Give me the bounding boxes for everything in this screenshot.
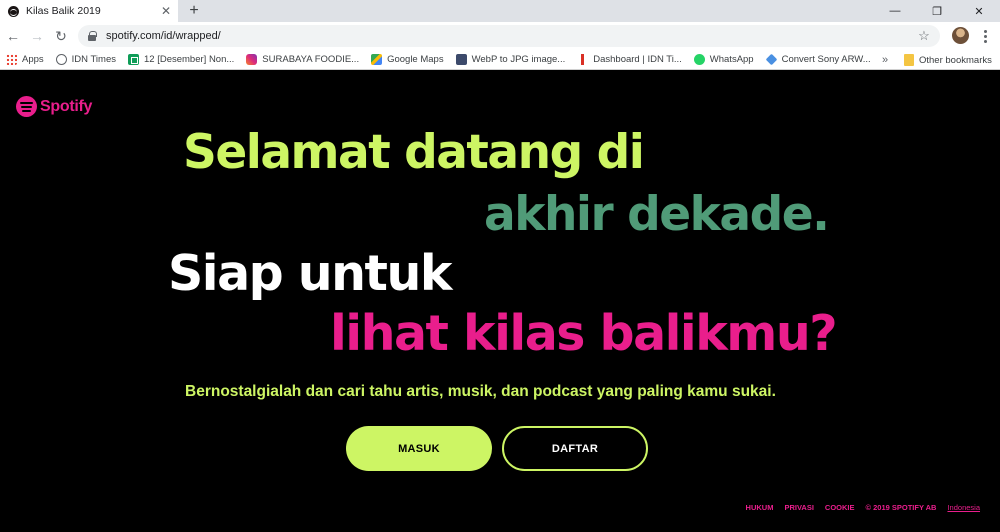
lock-icon [88, 31, 97, 41]
restore-button[interactable]: ❐ [916, 0, 958, 22]
bookmark-star-icon[interactable]: ☆ [914, 28, 934, 44]
folder-icon [904, 54, 914, 66]
bookmark-idn-times[interactable]: IDN Times [55, 54, 116, 65]
footer: HUKUM PRIVASI COOKIE © 2019 SPOTIFY AB I… [746, 503, 980, 512]
spotify-favicon-icon [8, 5, 19, 17]
bookmarks-bar: Apps IDN Times 12 [Desember] Non... SURA… [0, 50, 1000, 70]
instagram-icon [246, 54, 258, 65]
headline-line-2: akhir dekade. [484, 187, 830, 242]
footer-privacy-link[interactable]: PRIVASI [784, 503, 813, 512]
tab-title: Kilas Balik 2019 [26, 5, 101, 17]
globe-icon [55, 54, 67, 65]
url-text[interactable]: spotify.com/id/wrapped/ [106, 30, 914, 42]
convert-icon [765, 53, 777, 66]
signup-button[interactable]: DAFTAR [502, 426, 648, 471]
bookmark-desember[interactable]: 12 [Desember] Non... [128, 54, 234, 65]
reload-icon[interactable]: ↻ [50, 25, 72, 47]
footer-copyright: © 2019 SPOTIFY AB [865, 503, 937, 512]
bookmark-webp[interactable]: WebP to JPG image... [455, 54, 565, 65]
headline-line-1: Selamat datang di [183, 125, 645, 180]
back-arrow-icon[interactable]: ← [2, 25, 24, 47]
bookmark-dashboard[interactable]: Dashboard | IDN Ti... [577, 54, 682, 65]
whatsapp-icon [693, 54, 705, 65]
maps-icon [371, 54, 383, 65]
login-button[interactable]: MASUK [346, 426, 492, 471]
subheadline: Bernostalgialah dan cari tahu artis, mus… [185, 383, 776, 400]
sheets-icon [128, 54, 139, 65]
address-bar[interactable]: spotify.com/id/wrapped/ ☆ [78, 25, 940, 47]
new-tab-button[interactable]: + [184, 1, 204, 21]
bookmark-whatsapp[interactable]: WhatsApp [693, 54, 754, 65]
footer-legal-link[interactable]: HUKUM [746, 503, 774, 512]
browser-tab[interactable]: Kilas Balik 2019 ✕ [0, 0, 178, 22]
tab-strip: Kilas Balik 2019 ✕ + — ❐ ✕ [0, 0, 1000, 22]
browser-menu-icon[interactable] [978, 26, 992, 46]
close-window-button[interactable]: ✕ [958, 0, 1000, 22]
spotify-logo-text: Spotify [40, 97, 93, 115]
headline-line-3: Siap untuk [168, 245, 452, 302]
window-controls: — ❐ ✕ [874, 0, 1000, 22]
spotify-logo[interactable]: Spotify [16, 96, 92, 117]
apps-icon [6, 54, 17, 65]
other-bookmarks[interactable]: Other bookmarks [904, 50, 992, 70]
spotify-logo-icon [16, 96, 37, 117]
bookmark-google-maps[interactable]: Google Maps [371, 54, 444, 65]
tab-close-icon[interactable]: ✕ [158, 4, 174, 18]
bookmark-surabaya-foodie[interactable]: SURABAYA FOODIE... [246, 54, 359, 65]
footer-language-link[interactable]: Indonesia [947, 503, 980, 512]
bookmarks-overflow-button[interactable]: » [882, 50, 888, 70]
profile-avatar[interactable] [952, 27, 969, 44]
bookmark-convert-sony[interactable]: Convert Sony ARW... [765, 53, 871, 66]
browser-toolbar: ← → ↻ spotify.com/id/wrapped/ ☆ [0, 22, 1000, 50]
footer-cookie-link[interactable]: COOKIE [825, 503, 855, 512]
wrapped-page: Spotify Selamat datang di akhir dekade. … [0, 71, 1000, 532]
minimize-button[interactable]: — [874, 0, 916, 22]
forward-arrow-icon[interactable]: → [26, 25, 48, 47]
headline-line-4: lihat kilas balikmu? [330, 305, 838, 362]
webp-icon [455, 54, 467, 65]
bookmark-apps[interactable]: Apps [6, 54, 44, 65]
dashboard-icon [577, 54, 589, 65]
